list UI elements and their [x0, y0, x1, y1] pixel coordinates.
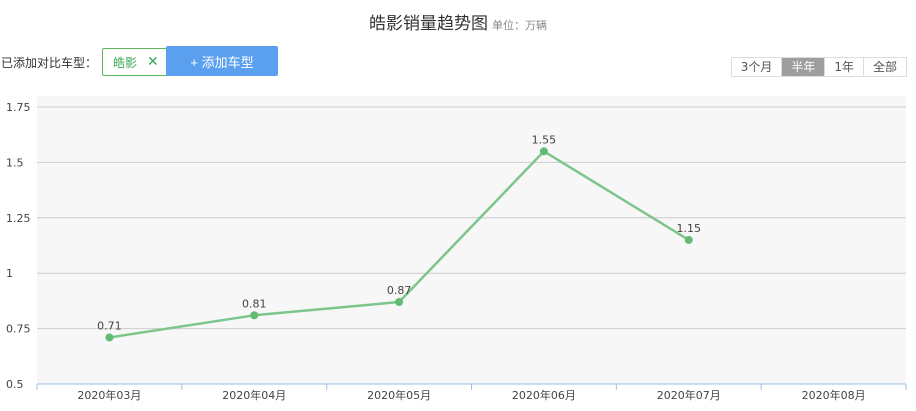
tab-3-months[interactable]: 3个月	[731, 58, 783, 76]
tab-half-year[interactable]: 半年	[782, 58, 826, 76]
y-tick-label: 0.5	[6, 378, 24, 391]
data-point	[539, 147, 548, 156]
compare-chip-label: 皓影	[113, 55, 138, 70]
data-label: 0.87	[387, 284, 412, 297]
add-model-button[interactable]: + 添加车型	[166, 46, 278, 76]
x-tick-label: 2020年05月	[367, 388, 431, 402]
data-point	[250, 311, 259, 320]
y-tick-label: 0.75	[6, 323, 31, 336]
x-tick-label: 2020年03月	[77, 388, 141, 402]
data-point	[105, 333, 114, 342]
data-label: 0.71	[97, 319, 122, 332]
chart-title: 皓影销量趋势图 单位：万辆	[0, 9, 916, 34]
tab-all[interactable]: 全部	[863, 58, 906, 76]
x-tick-label: 2020年08月	[802, 388, 866, 402]
data-label: 1.15	[677, 222, 702, 235]
x-tick-label: 2020年06月	[512, 388, 576, 402]
chart-header: 皓影销量趋势图 单位：万辆	[0, 0, 916, 40]
data-label: 1.55	[532, 133, 557, 146]
x-tick-label: 2020年04月	[222, 388, 286, 402]
y-tick-label: 1	[6, 267, 13, 280]
tab-1-year[interactable]: 1年	[825, 58, 864, 76]
unit-text: 单位：万辆	[492, 19, 547, 32]
y-tick-label: 1.75	[6, 101, 31, 114]
plot-background	[37, 96, 906, 384]
data-point	[395, 298, 404, 307]
chart-area: 0.5 0.75 1 1.25 1.5 1.75 2020年03月 2020年04月 2020年…	[0, 96, 916, 407]
range-tabs: 3个月 半年 1年 全部	[730, 57, 907, 77]
title-text: 皓影销量趋势图	[369, 14, 488, 34]
compare-label: 已添加对比车型：	[1, 55, 98, 70]
compare-row: 已添加对比车型： 皓影 ✕ + 添加车型	[0, 46, 278, 78]
close-icon[interactable]: ✕	[147, 54, 159, 70]
y-tick-label: 1.25	[6, 212, 31, 225]
data-point	[684, 235, 693, 244]
compare-chip[interactable]: 皓影 ✕	[102, 48, 168, 76]
data-label: 0.81	[242, 297, 267, 310]
line-chart: 0.5 0.75 1 1.25 1.5 1.75 2020年03月 2020年04月 2020年…	[6, 96, 907, 402]
y-tick-label: 1.5	[6, 156, 24, 169]
x-tick-label: 2020年07月	[657, 388, 721, 402]
